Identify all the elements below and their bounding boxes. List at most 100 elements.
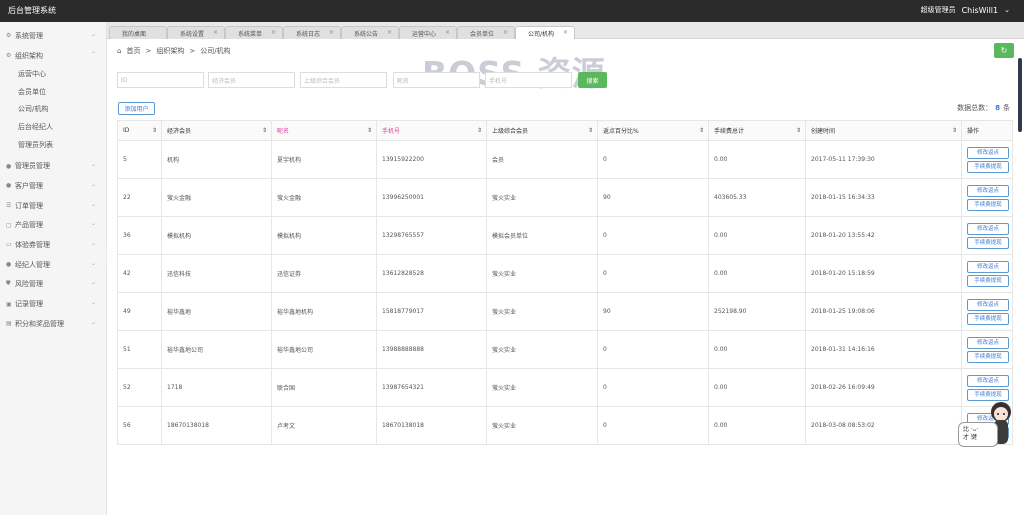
col-header-member[interactable]: 经济会员 ⇕ [161,120,272,141]
sidebar-item-label: 系统管理 [15,31,43,40]
cell-rebate: 0 [597,406,709,445]
col-header-rebate[interactable]: 返点百分比% ⇕ [597,120,709,141]
withdraw-fee-button[interactable]: 手续费提现 [967,198,1009,211]
search-button[interactable]: 搜索 [578,72,607,88]
col-header-label: 创建时间 [811,128,836,135]
table-row: 56 18670138018 卢考文 18670138018 萤火实业 0 0.00 2018… [117,406,1013,445]
sidebar-item-points[interactable]: ▤ 积分和奖品管理 ⌄ [0,314,106,334]
cell-actions: 修改返点手续费提现 [961,292,1013,331]
sidebar-subitem-company[interactable]: 公司/机构 [0,101,106,119]
tab-system-log[interactable]: 系统日志 × [283,26,341,39]
cell-rebate: 0 [597,254,709,293]
cell-rebate: 0 [597,368,709,407]
cell-rebate: 90 [597,178,709,217]
cell-created: 2018-03-08 08:53:02 [805,406,962,445]
scrollbar[interactable] [1018,58,1022,132]
sidebar-item-brokers[interactable]: ● 经纪人管理 ⌄ [0,255,106,275]
table-row: 52 1718 联合国 13987654321 萤火实业 0 0.00 2018-02-26 … [117,368,1013,407]
sidebar-item-customers[interactable]: ● 客户管理 ⌄ [0,176,106,196]
edit-rebate-button[interactable]: 修改返点 [967,184,1009,197]
withdraw-fee-button[interactable]: 手续费提现 [967,236,1009,249]
tab-ops-center[interactable]: 运营中心 × [399,26,457,39]
tab-member-unit[interactable]: 会员单位 × [457,26,515,39]
tab-desktop[interactable]: 我的桌面 [109,26,167,39]
sidebar-item-orders[interactable]: ☰ 订单管理 ⌄ [0,196,106,216]
cell-nickname: 迅信证券 [271,254,377,293]
col-header-created[interactable]: 创建时间 ⇕ [805,120,962,141]
withdraw-fee-button[interactable]: 手续费提现 [967,274,1009,287]
sidebar-subitem-admins[interactable]: 管理员列表 [0,136,106,154]
lock-icon: ▣ [6,300,12,308]
sidebar-item-records[interactable]: ▣ 记录管理 ⌄ [0,294,106,314]
sidebar-item-risk[interactable]: ⛊ 风险管理 ⌄ [0,274,106,294]
cell-created: 2018-01-25 19:08:06 [805,292,962,331]
tab-company[interactable]: 公司/机构 × [515,26,575,39]
close-icon[interactable]: × [271,29,276,36]
sort-icon: ⇕ [366,127,372,134]
cell-id: 49 [117,292,162,331]
cell-nickname: 裕华鑫地公司 [271,330,377,369]
cell-id: 36 [117,216,162,255]
cell-actions: 修改返点手续费提现 [961,216,1013,255]
withdraw-fee-button[interactable]: 手续费提现 [967,312,1009,325]
sidebar-item-system[interactable]: ⚙ 系统管理 ⌄ [0,26,106,46]
chevron-down-icon: ⌄ [90,240,96,248]
sidebar-item-products[interactable]: ▢ 产品管理 ⌄ [0,215,106,235]
edit-rebate-button[interactable]: 修改返点 [967,374,1009,387]
tab-system-menu[interactable]: 系统菜单 × [225,26,283,39]
user-icon: ● [6,261,12,269]
cell-phone: 13915922200 [376,140,487,179]
sidebar-subitem-broker[interactable]: 后台经纪人 [0,118,106,136]
sidebar-item-org[interactable]: ⚙ 组织架构 ⌃ [0,46,106,66]
col-header-nickname[interactable]: 昵名 ⇕ [271,120,377,141]
member-input[interactable]: 经济会员 [208,72,295,88]
close-icon[interactable]: × [563,29,568,36]
withdraw-fee-button[interactable]: 手续费提现 [967,350,1009,363]
top-bar: 后台管理系统 超级管理员 ChisWill1 ⌄ [0,0,1024,22]
edit-rebate-button[interactable]: 修改返点 [967,260,1009,273]
close-icon[interactable]: × [213,29,218,36]
col-header-id[interactable]: ID ⇕ [117,120,162,141]
close-icon[interactable]: × [387,29,392,36]
close-icon[interactable]: × [445,29,450,36]
sidebar-subitem-ops[interactable]: 运营中心 [0,65,106,83]
sort-icon: ⇕ [951,127,957,134]
parent-member-input[interactable]: 上级综合会员 [300,72,387,88]
col-header-fee[interactable]: 手续费总计 ⇕ [708,120,806,141]
user-menu[interactable]: 超级管理员 ChisWill1 ⌄ [921,5,1010,15]
cell-fee: 0.00 [708,254,806,293]
edit-rebate-button[interactable]: 修改返点 [967,336,1009,349]
edit-rebate-button[interactable]: 修改返点 [967,146,1009,159]
chevron-down-icon: ⌄ [90,200,96,208]
close-icon[interactable]: × [503,29,508,36]
sidebar-item-label: 组织架构 [15,51,43,60]
withdraw-fee-button[interactable]: 手续费提现 [967,160,1009,173]
cell-rebate: 0 [597,330,709,369]
col-header-phone[interactable]: 手机号 ⇕ [376,120,487,141]
id-input[interactable]: ID [117,72,204,88]
edit-rebate-button[interactable]: 修改返点 [967,222,1009,235]
mascot-widget[interactable]: 比 ·ᴗ· 才 键 [957,398,1021,450]
cell-id: 51 [117,330,162,369]
col-header-parent[interactable]: 上级综合会员 ⇕ [486,120,598,141]
tab-system-settings[interactable]: 系统设置 × [167,26,225,39]
sidebar-subitem-member[interactable]: 会员单位 [0,83,106,101]
col-header-label: 昵名 [277,128,290,135]
phone-input[interactable]: 手机号 [485,72,572,88]
breadcrumb-level1[interactable]: 组织架构 [156,46,184,56]
sidebar-item-coupons[interactable]: ▭ 体验券管理 ⌄ [0,235,106,255]
breadcrumb-home[interactable]: 首页 [126,46,140,56]
breadcrumb-sep: > [189,47,196,55]
tab-label: 系统菜单 [238,30,263,38]
nickname-input[interactable]: 昵名 [393,72,480,88]
data-table: ID ⇕ 经济会员 ⇕ 昵名 ⇕ 手机号 ⇕ 上级综合会员 ⇕ 返点百分比% ⇕ 手续费总计… [117,120,1013,445]
tab-system-notice[interactable]: 系统公告 × [341,26,399,39]
cell-phone: 18670138018 [376,406,487,445]
sidebar-item-label: 经纪人管理 [15,260,50,269]
edit-rebate-button[interactable]: 修改返点 [967,298,1009,311]
refresh-button[interactable]: ↻ [994,43,1014,58]
close-icon[interactable]: × [329,29,334,36]
user-role: 超级管理员 [920,6,956,14]
add-user-button[interactable]: 添加用户 [118,102,155,115]
sidebar-item-admin-mgmt[interactable]: ● 管理员管理 ⌄ [0,156,106,176]
